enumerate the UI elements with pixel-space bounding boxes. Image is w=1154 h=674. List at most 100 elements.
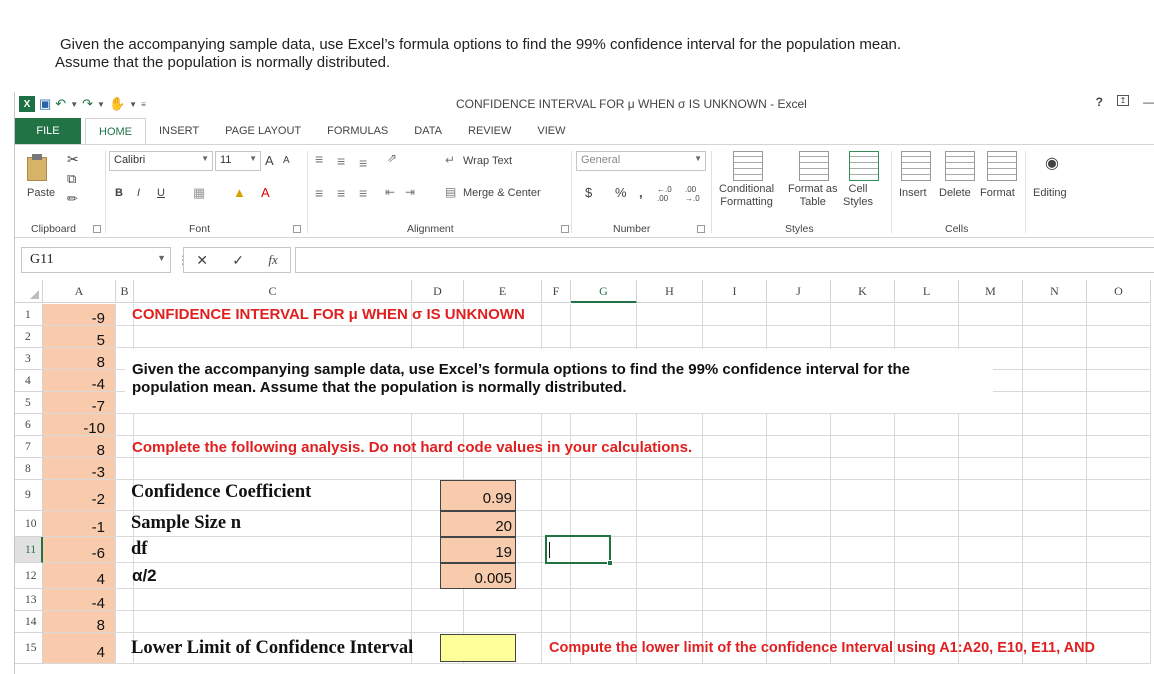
grid-cell[interactable]: [412, 326, 464, 348]
grid-cell[interactable]: [959, 480, 1023, 511]
decrease-indent-icon[interactable]: ⇤: [385, 185, 395, 199]
save-icon[interactable]: ▣: [39, 96, 51, 112]
grid-cell[interactable]: [116, 589, 134, 611]
grid-cell[interactable]: [895, 563, 959, 589]
shrink-font-button[interactable]: A: [283, 155, 290, 166]
grid-cell[interactable]: [831, 304, 895, 326]
minimize-icon[interactable]: —: [1143, 95, 1154, 109]
grid-cell[interactable]: [1087, 611, 1151, 633]
increase-indent-icon[interactable]: ⇥: [405, 185, 415, 199]
grid-cell[interactable]: [1087, 458, 1151, 480]
column-header-b[interactable]: B: [116, 280, 134, 303]
grid-cell[interactable]: [767, 326, 831, 348]
row-header-12[interactable]: 12: [15, 563, 43, 589]
lower-limit-input-cell[interactable]: [440, 634, 516, 662]
italic-button[interactable]: I: [137, 187, 140, 199]
grid-cell[interactable]: [134, 458, 412, 480]
value-alpha[interactable]: 0.005: [440, 563, 516, 589]
grid-cell[interactable]: [831, 458, 895, 480]
tab-file[interactable]: FILE: [15, 118, 81, 144]
grid-cell[interactable]: [767, 537, 831, 563]
grid-cell[interactable]: [542, 611, 571, 633]
grid-cell[interactable]: [1087, 348, 1151, 370]
grid-cell[interactable]: [1023, 436, 1087, 458]
grid-cell[interactable]: [1023, 348, 1087, 370]
grid-cell[interactable]: [831, 589, 895, 611]
align-middle-icon[interactable]: ≡: [337, 153, 345, 169]
tab-view[interactable]: VIEW: [524, 118, 578, 144]
grid-cell[interactable]: [767, 436, 831, 458]
grid-cell[interactable]: [703, 611, 767, 633]
grid-cell[interactable]: [1087, 326, 1151, 348]
grid-cell[interactable]: [895, 458, 959, 480]
grid-cell[interactable]: [464, 611, 542, 633]
enter-icon[interactable]: ✓: [232, 252, 244, 269]
grid-cell[interactable]: [1023, 370, 1087, 392]
comma-button[interactable]: ,: [639, 185, 643, 200]
grid-cell[interactable]: [1087, 511, 1151, 537]
insert-cells-button[interactable]: Insert: [899, 187, 927, 199]
sample-data-cell[interactable]: -1: [43, 511, 116, 537]
align-bottom-icon[interactable]: ≡: [359, 155, 367, 171]
grid-cell[interactable]: [895, 436, 959, 458]
grid-cell[interactable]: [464, 458, 542, 480]
grid-cell[interactable]: [571, 326, 637, 348]
customize-qat-icon[interactable]: ≡: [141, 100, 146, 109]
sample-data-cell[interactable]: 5: [43, 326, 116, 349]
grid-cell[interactable]: [703, 589, 767, 611]
grid-cell[interactable]: [767, 563, 831, 589]
grid-cell[interactable]: [959, 589, 1023, 611]
row-header-14[interactable]: 14: [15, 611, 43, 633]
grid-cell[interactable]: [116, 611, 134, 633]
grid-cell[interactable]: [637, 304, 703, 326]
grid-cell[interactable]: [134, 589, 412, 611]
decrease-decimal-button[interactable]: .00 →.0: [685, 185, 709, 203]
number-format-combo[interactable]: General ▼: [576, 151, 706, 171]
grid-cell[interactable]: [831, 511, 895, 537]
grid-cell[interactable]: [571, 589, 637, 611]
grid-cell[interactable]: [959, 458, 1023, 480]
font-color-icon[interactable]: A: [261, 185, 270, 200]
column-header-g[interactable]: G: [571, 280, 637, 303]
grid-cell[interactable]: [1087, 480, 1151, 511]
row-header-8[interactable]: 8: [15, 458, 43, 480]
column-header-k[interactable]: K: [831, 280, 895, 303]
grid-cell[interactable]: [542, 304, 571, 326]
increase-decimal-button[interactable]: ←.0 .00: [657, 185, 681, 203]
column-header-n[interactable]: N: [1023, 280, 1087, 303]
delete-cells-icon[interactable]: [945, 151, 975, 181]
grid-cell[interactable]: [831, 414, 895, 436]
align-top-icon[interactable]: ≡: [315, 151, 323, 167]
grid-cell[interactable]: [116, 326, 134, 348]
sample-data-cell[interactable]: 8: [43, 611, 116, 634]
format-cells-icon[interactable]: [987, 151, 1017, 181]
grid-cell[interactable]: [1087, 370, 1151, 392]
select-all-button[interactable]: [15, 280, 43, 303]
column-header-a[interactable]: A: [43, 280, 116, 303]
sample-data-cell[interactable]: -6: [43, 537, 116, 563]
formula-input[interactable]: [295, 247, 1154, 273]
grid-cell[interactable]: [959, 563, 1023, 589]
paste-button[interactable]: Paste: [27, 187, 55, 199]
touch-mode-icon[interactable]: ✋: [109, 96, 125, 112]
number-launcher-icon[interactable]: [697, 225, 705, 233]
row-header-11[interactable]: 11: [15, 537, 43, 563]
align-right-icon[interactable]: ≡: [359, 185, 367, 201]
tab-home[interactable]: HOME: [85, 117, 146, 145]
grid-cell[interactable]: [703, 414, 767, 436]
grid-cell[interactable]: [895, 304, 959, 326]
grid-cell[interactable]: [831, 326, 895, 348]
cell-styles-button[interactable]: Cell Styles: [843, 183, 873, 209]
grid-cell[interactable]: [1023, 392, 1087, 414]
grid-cell[interactable]: [464, 326, 542, 348]
row-header-5[interactable]: 5: [15, 392, 43, 414]
grid-cell[interactable]: [767, 611, 831, 633]
grid-cell[interactable]: [831, 563, 895, 589]
row-header-4[interactable]: 4: [15, 370, 43, 392]
sample-data-cell[interactable]: 4: [43, 563, 116, 589]
format-as-table-button[interactable]: Format as Table: [788, 183, 838, 209]
grid-cell[interactable]: [1087, 563, 1151, 589]
align-left-icon[interactable]: ≡: [315, 185, 323, 201]
row-header-3[interactable]: 3: [15, 348, 43, 370]
column-header-h[interactable]: H: [637, 280, 703, 303]
